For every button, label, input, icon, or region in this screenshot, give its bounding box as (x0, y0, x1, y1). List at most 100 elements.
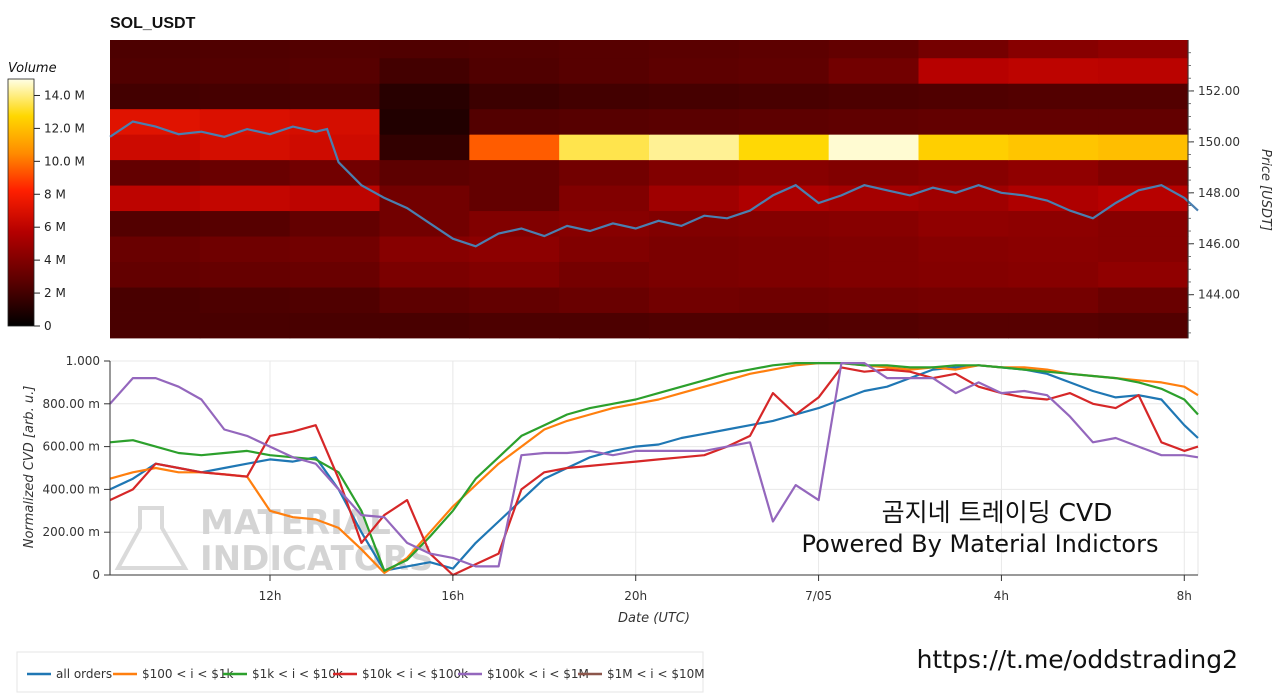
heatmap-cell (918, 108, 1009, 135)
heatmap-cell (1098, 108, 1189, 135)
overlay-title: 곰지네 트레이딩 CVD (882, 498, 1113, 527)
price-tick-label: 148.00 (1198, 186, 1240, 200)
cvd-y-tick-label: 600.00 m (43, 440, 101, 454)
heatmap-cell (110, 134, 201, 161)
cvd-x-tick-label: 16h (441, 589, 464, 603)
colorbar-tick-label: 8 M (44, 187, 66, 201)
heatmap-cell (469, 83, 560, 110)
legend-label[interactable]: $1k < i < $10k (252, 667, 343, 681)
heatmap-cell (828, 83, 920, 110)
heatmap-title: SOL_USDT (110, 15, 196, 32)
heatmap-cell (379, 108, 470, 135)
heatmap-cell (469, 57, 560, 84)
heatmap-cell (1098, 40, 1189, 59)
heatmap-cell (199, 210, 291, 237)
heatmap-cell (649, 236, 740, 262)
heatmap-cell (559, 83, 650, 110)
heatmap-cell (469, 210, 560, 237)
legend-label[interactable]: $100k < i < $1M (487, 667, 589, 681)
heatmap-cell (1098, 287, 1189, 313)
chart-canvas: SOL_USDT Volume 0 2 M 4 M 6 M 8 M 10.0 M 12.0 … (7, 15, 1273, 693)
heatmap-cell (649, 312, 740, 339)
heatmap-cell (1008, 40, 1099, 59)
heatmap-cell (918, 312, 1009, 339)
legend-label[interactable]: all orders (56, 667, 112, 681)
heatmap-cell (738, 210, 830, 237)
cvd-x-axis-label: Date (UTC) (618, 611, 690, 626)
heatmap-cell (738, 83, 830, 110)
heatmap-cell (738, 40, 830, 59)
heatmap-cell (828, 159, 920, 186)
heatmap-cell (199, 312, 291, 339)
legend-label[interactable]: $100 < i < $1k (142, 667, 234, 681)
heatmap-cell (918, 210, 1009, 237)
heatmap-cell (469, 287, 560, 313)
heatmap-cell (379, 57, 470, 84)
heatmap-cell (1008, 287, 1099, 313)
legend-label[interactable]: $1M < i < $10M (607, 667, 705, 681)
heatmap-cell (1098, 312, 1189, 339)
cvd-y-tick-label: 800.00 m (43, 397, 101, 411)
watermark-line1: MATERIAL (200, 503, 391, 543)
heatmap-cell (738, 57, 830, 84)
heatmap-cell (918, 83, 1009, 110)
heatmap-cell (199, 261, 291, 288)
heatmap-cell (110, 261, 201, 288)
heatmap-cell (828, 236, 920, 262)
heatmap-cell (379, 83, 470, 110)
heatmap-cell (289, 210, 381, 237)
heatmap-cell (1008, 57, 1099, 84)
heatmap-cell (1008, 185, 1099, 212)
watermark-line2: INDICATORS (200, 539, 433, 579)
heatmap-cell (1008, 108, 1099, 135)
price-tick-label: 150.00 (1198, 135, 1240, 149)
heatmap-cell (828, 261, 920, 288)
heatmap-cell (110, 83, 201, 110)
cvd-x-tick-label: 7/05 (805, 589, 832, 603)
heatmap-cell (289, 40, 381, 59)
colorbar-tick-label: 4 M (44, 253, 66, 267)
telegram-link[interactable]: https://t.me/oddstrading2 (917, 645, 1238, 674)
legend-label[interactable]: $10k < i < $100k (362, 667, 468, 681)
heatmap-cell (649, 83, 740, 110)
heatmap-cell (559, 185, 650, 212)
heatmap-cell (1098, 57, 1189, 84)
heatmap-cell (559, 236, 650, 262)
heatmap-cell (199, 236, 291, 262)
heatmap-cell (918, 236, 1009, 262)
heatmap-cell (1008, 210, 1099, 237)
cvd-x-tick-label: 12h (259, 589, 282, 603)
heatmap-cell (649, 134, 740, 161)
heatmap-cell (1008, 236, 1099, 262)
heatmap-cell (1008, 312, 1099, 339)
heatmap-cell (110, 287, 201, 313)
heatmap-cell (289, 312, 381, 339)
legend (16, 651, 704, 693)
heatmap-cell (110, 159, 201, 186)
heatmap-cell (828, 40, 920, 59)
heatmap-cell (469, 134, 560, 161)
heatmap-cell (649, 57, 740, 84)
heatmap-cell (559, 312, 650, 339)
heatmap-cell (559, 40, 650, 59)
heatmap-cell (1098, 134, 1189, 161)
heatmap-cell (289, 261, 381, 288)
colorbar-title: Volume (8, 61, 57, 76)
heatmap-cell (559, 108, 650, 135)
colorbar-tick-label: 14.0 M (44, 88, 85, 102)
heatmap-cell (918, 159, 1009, 186)
heatmap-cell (649, 185, 740, 212)
heatmap-cell (199, 83, 291, 110)
overlay-subtitle: Powered By Material Indictors (802, 530, 1159, 558)
colorbar-tick-label: 2 M (44, 286, 66, 300)
price-tick-label: 146.00 (1198, 237, 1240, 251)
heatmap-cell (379, 40, 470, 59)
price-tick-label: 152.00 (1198, 84, 1240, 98)
cvd-x-tick-label: 4h (994, 589, 1009, 603)
heatmap-cell (199, 159, 291, 186)
heatmap-cell (469, 108, 560, 135)
heatmap-cell (828, 287, 920, 313)
heatmap-cell (110, 57, 201, 84)
heatmap-cell (649, 261, 740, 288)
heatmap-cell (289, 83, 381, 110)
